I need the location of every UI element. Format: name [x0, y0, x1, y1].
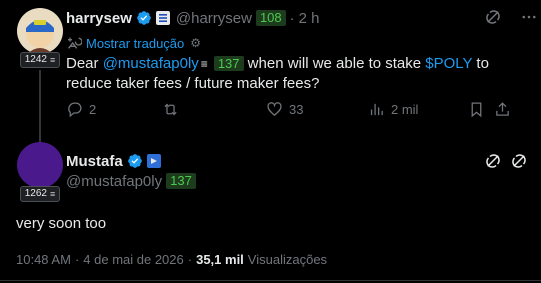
grok-icon — [512, 154, 526, 168]
author-name[interactable]: Mustafa — [66, 153, 123, 170]
text-segment: when will we able to stake — [243, 55, 426, 72]
reputation-icon: ≡ — [49, 189, 56, 199]
author-name[interactable]: harrysew — [66, 10, 132, 27]
reputation-icon: ≡ — [200, 57, 208, 71]
cashtag-link[interactable]: $POLY — [425, 55, 472, 72]
gear-icon[interactable]: ⚙ — [190, 36, 201, 50]
grok-icon — [486, 154, 500, 168]
views-label: Visualizações — [247, 252, 328, 267]
author-handle[interactable]: @mustafap0ly — [66, 173, 162, 190]
divider — [0, 280, 541, 281]
reputation-value: 1242 — [24, 54, 47, 65]
bookmark-button[interactable] — [468, 101, 494, 118]
main-author-name-row: Mustafa — [66, 151, 161, 171]
more-icon[interactable] — [520, 8, 538, 26]
avatar[interactable] — [17, 142, 63, 188]
tweet-date[interactable]: 4 de mai de 2026 — [83, 252, 183, 267]
share-icon — [496, 102, 509, 116]
follow-toggle[interactable] — [510, 152, 528, 175]
main-tweet-text: very soon too — [16, 215, 107, 232]
verified-icon — [137, 11, 151, 25]
repost-button[interactable] — [162, 101, 266, 118]
main-grok-button[interactable] — [484, 152, 502, 175]
separator: · — [74, 252, 80, 267]
grok-icon[interactable] — [484, 8, 502, 26]
affiliate-badge-icon — [146, 154, 161, 168]
tweet-meta: 10:48 AM · 4 de mai de 2026 · 35,1 mil V… — [16, 252, 327, 267]
main-avatar-block[interactable]: 1262 ≡ — [17, 142, 63, 202]
reply-avatar-block[interactable]: 1242 ≡ — [17, 8, 63, 68]
like-icon — [267, 102, 282, 116]
views-icon — [370, 103, 383, 116]
reply-header: harrysew @harrysew 108 · 2 h — [66, 8, 320, 28]
share-button[interactable] — [494, 101, 518, 118]
text-segment: Dear — [66, 55, 103, 72]
like-count: 33 — [289, 102, 304, 117]
main-author-handle-row: @mustafap0ly 137 — [66, 171, 196, 191]
reply-icon — [68, 102, 82, 118]
views-button[interactable]: 2 mil — [368, 101, 468, 118]
timestamp[interactable]: 2 h — [299, 10, 320, 27]
like-button[interactable]: 33 — [266, 101, 368, 118]
reputation-badge: 1242 ≡ — [19, 52, 61, 68]
reply-text: Dear @mustafap0ly ≡ 137 when will we able … — [66, 54, 526, 94]
author-handle[interactable]: @harrysew — [176, 10, 252, 27]
reply-top-icons — [484, 8, 538, 26]
reputation-value: 1262 — [24, 188, 47, 199]
separator: · — [187, 252, 193, 267]
author-score: 137 — [166, 173, 196, 189]
views-total: 35,1 mil — [196, 252, 244, 267]
tweet-time[interactable]: 10:48 AM — [16, 252, 71, 267]
translate-row[interactable]: Mostrar tradução ⚙ — [66, 35, 201, 51]
avatar[interactable] — [17, 8, 63, 54]
reputation-badge: 1262 ≡ — [19, 186, 61, 202]
exchange-badge-icon — [155, 11, 170, 25]
translate-label[interactable]: Mostrar tradução — [86, 36, 184, 51]
translate-icon — [68, 37, 82, 49]
mention-score: 137 — [213, 56, 244, 71]
thread-line — [39, 70, 41, 142]
mention-link[interactable]: @mustafap0ly — [103, 55, 199, 72]
bookmark-icon — [471, 102, 482, 118]
views-count: 2 mil — [391, 102, 419, 117]
reply-actions: 2 33 2 mil — [66, 101, 526, 118]
reputation-icon: ≡ — [49, 55, 56, 65]
reply-count: 2 — [89, 102, 97, 117]
separator: · — [289, 9, 295, 27]
repost-icon — [164, 103, 177, 116]
verified-icon — [127, 154, 142, 168]
author-score: 108 — [255, 10, 286, 26]
reply-button[interactable]: 2 — [66, 101, 162, 118]
